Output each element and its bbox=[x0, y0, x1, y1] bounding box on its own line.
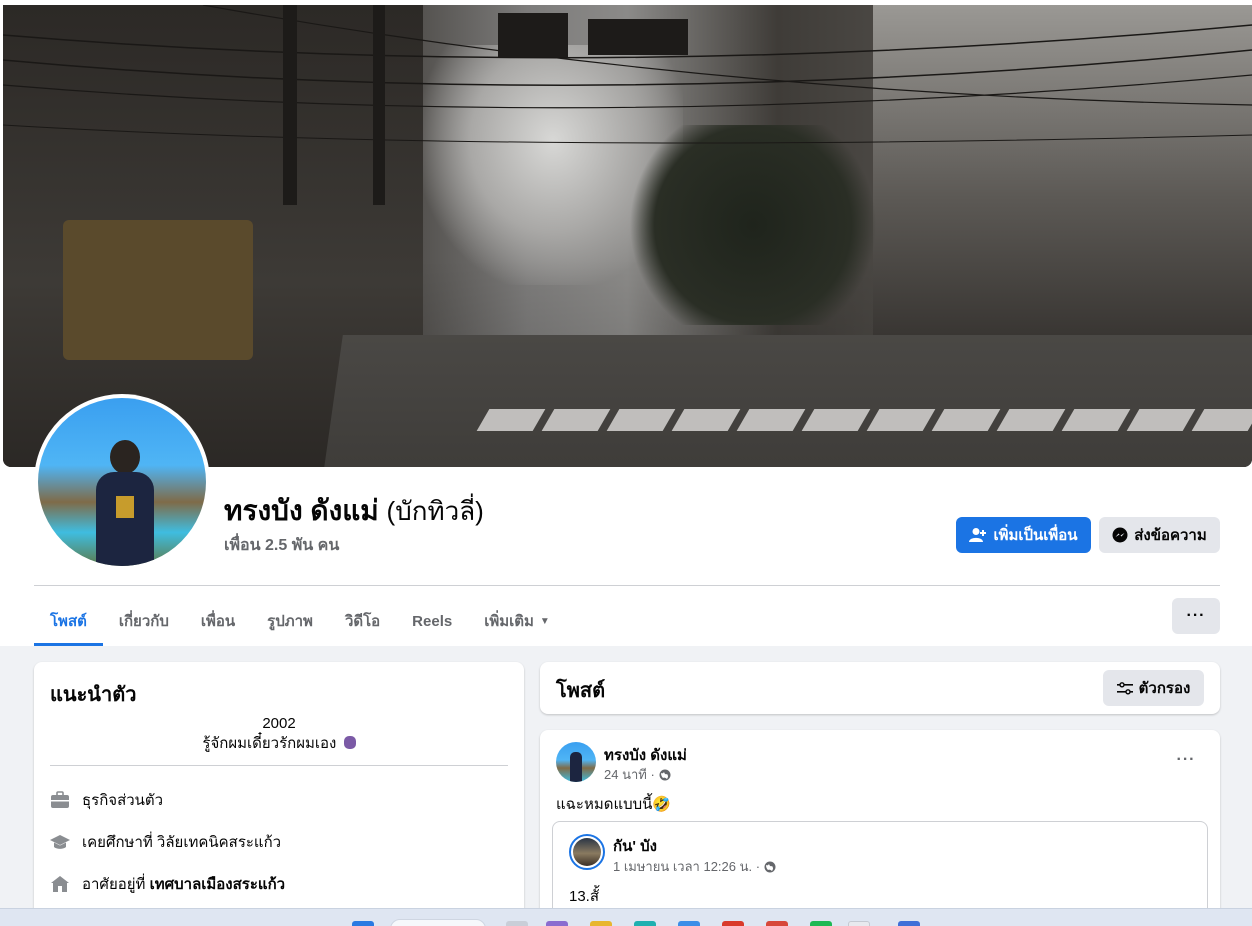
intro-education-prefix: เคยศึกษาที่ bbox=[82, 834, 157, 851]
post-author-avatar[interactable] bbox=[556, 742, 596, 782]
file-explorer-icon[interactable] bbox=[590, 921, 612, 926]
bio-line-1: 2002 bbox=[262, 715, 296, 732]
app-icon-red[interactable] bbox=[722, 921, 744, 926]
tab-more-label: เพิ่มเติม bbox=[484, 613, 534, 630]
profile-avatar[interactable] bbox=[38, 398, 206, 566]
store-icon[interactable] bbox=[678, 921, 700, 926]
chrome-icon[interactable] bbox=[766, 921, 788, 926]
globe-icon bbox=[764, 861, 776, 872]
cover-photo[interactable] bbox=[3, 5, 1252, 467]
intro-work-text: ธุรกิจส่วนตัว bbox=[82, 792, 164, 809]
profile-name-main: ทรงบัง ดังแม่ bbox=[224, 495, 379, 526]
intro-card: แนะนำตัว 2002 รู้จักผมเดี๋ยวรักผมเอง ธุร… bbox=[34, 662, 524, 926]
filter-sliders-icon bbox=[1116, 682, 1133, 695]
tab-more[interactable]: เพิ่มเติม ▼ bbox=[468, 596, 566, 646]
chevron-down-icon: ▼ bbox=[539, 615, 550, 627]
add-friend-label: เพิ่มเป็นเพื่อน bbox=[993, 527, 1078, 544]
messenger-icon bbox=[1112, 527, 1128, 543]
shared-time[interactable]: 1 เมษายน เวลา 12:26 น. · bbox=[613, 856, 760, 877]
add-friend-icon bbox=[969, 528, 987, 542]
bio-divider bbox=[50, 765, 508, 766]
teams-icon[interactable] bbox=[546, 921, 568, 926]
tab-posts[interactable]: โพสต์ bbox=[34, 596, 103, 646]
intro-work: ธุรกิจส่วนตัว bbox=[50, 788, 163, 812]
app-icon-blue[interactable] bbox=[898, 921, 920, 926]
tab-photos[interactable]: รูปภาพ bbox=[251, 596, 329, 646]
posts-title: โพสต์ bbox=[556, 680, 606, 702]
start-icon[interactable] bbox=[352, 921, 374, 926]
bio-line-2: รู้จักผมเดี๋ยวรักผมเอง bbox=[202, 735, 337, 752]
bio: 2002 รู้จักผมเดี๋ยวรักผมเอง bbox=[50, 714, 508, 754]
line-icon[interactable] bbox=[810, 921, 832, 926]
task-view-icon[interactable] bbox=[506, 921, 528, 926]
header-divider bbox=[34, 585, 1220, 586]
os-taskbar bbox=[0, 908, 1252, 926]
profile-tabs: โพสต์ เกี่ยวกับ เพื่อน รูปภาพ วิดีโอ Ree… bbox=[34, 596, 566, 646]
graduation-cap-icon bbox=[50, 832, 70, 852]
taskbar-search[interactable] bbox=[390, 919, 486, 926]
tab-friends[interactable]: เพื่อน bbox=[185, 596, 251, 646]
shared-author-name[interactable]: กัน' บัง bbox=[613, 834, 657, 858]
home-icon bbox=[50, 874, 70, 894]
post-card: ทรงบัง ดังแม่ 24 นาที · ··· แฉะหมดแบบนี้… bbox=[540, 730, 1220, 926]
shared-author-avatar[interactable] bbox=[569, 834, 605, 870]
intro-lives-place[interactable]: เทศบาลเมืองสระแก้ว bbox=[150, 876, 285, 893]
briefcase-icon bbox=[50, 790, 70, 810]
post-meta: 24 นาที · bbox=[604, 764, 671, 785]
intro-education: เคยศึกษาที่ วิลัยเทคนิคสระแก้ว bbox=[50, 830, 281, 854]
shared-meta: 1 เมษายน เวลา 12:26 น. · bbox=[613, 856, 776, 877]
post-menu-button[interactable]: ··· bbox=[1170, 746, 1202, 774]
posts-header: โพสต์ ตัวกรอง bbox=[540, 662, 1220, 714]
profile-menu-button[interactable]: ··· bbox=[1172, 598, 1220, 634]
edge-icon[interactable] bbox=[634, 921, 656, 926]
message-label: ส่งข้อความ bbox=[1134, 527, 1207, 544]
message-button[interactable]: ส่งข้อความ bbox=[1099, 517, 1220, 553]
intro-title: แนะนำตัว bbox=[50, 684, 137, 706]
intro-lives-prefix: อาศัยอยู่ที่ bbox=[82, 876, 150, 893]
filter-label: ตัวกรอง bbox=[1138, 680, 1191, 697]
active-app-icon[interactable] bbox=[848, 921, 870, 926]
intro-lives: อาศัยอยู่ที่ เทศบาลเมืองสระแก้ว bbox=[50, 872, 285, 896]
tab-reels[interactable]: Reels bbox=[396, 596, 468, 646]
filter-button[interactable]: ตัวกรอง bbox=[1103, 670, 1204, 706]
friends-count[interactable]: เพื่อน 2.5 พัน คน bbox=[224, 533, 339, 558]
shared-text: 13.สั้ bbox=[569, 888, 600, 905]
post-text: แฉะหมดแบบนี้🤣 bbox=[556, 796, 672, 813]
post-time[interactable]: 24 นาที · bbox=[604, 764, 655, 785]
tab-about[interactable]: เกี่ยวกับ bbox=[103, 596, 185, 646]
grapes-emoji-icon bbox=[343, 736, 356, 749]
profile-name: ทรงบัง ดังแม่ (บักทิวลี่) bbox=[224, 493, 484, 529]
add-friend-button[interactable]: เพิ่มเป็นเพื่อน bbox=[956, 517, 1091, 553]
profile-alt-name: (บักทิวลี่) bbox=[386, 496, 484, 526]
tab-videos[interactable]: วิดีโอ bbox=[329, 596, 396, 646]
globe-icon bbox=[659, 769, 671, 780]
intro-education-place[interactable]: วิลัยเทคนิคสระแก้ว bbox=[157, 834, 281, 851]
